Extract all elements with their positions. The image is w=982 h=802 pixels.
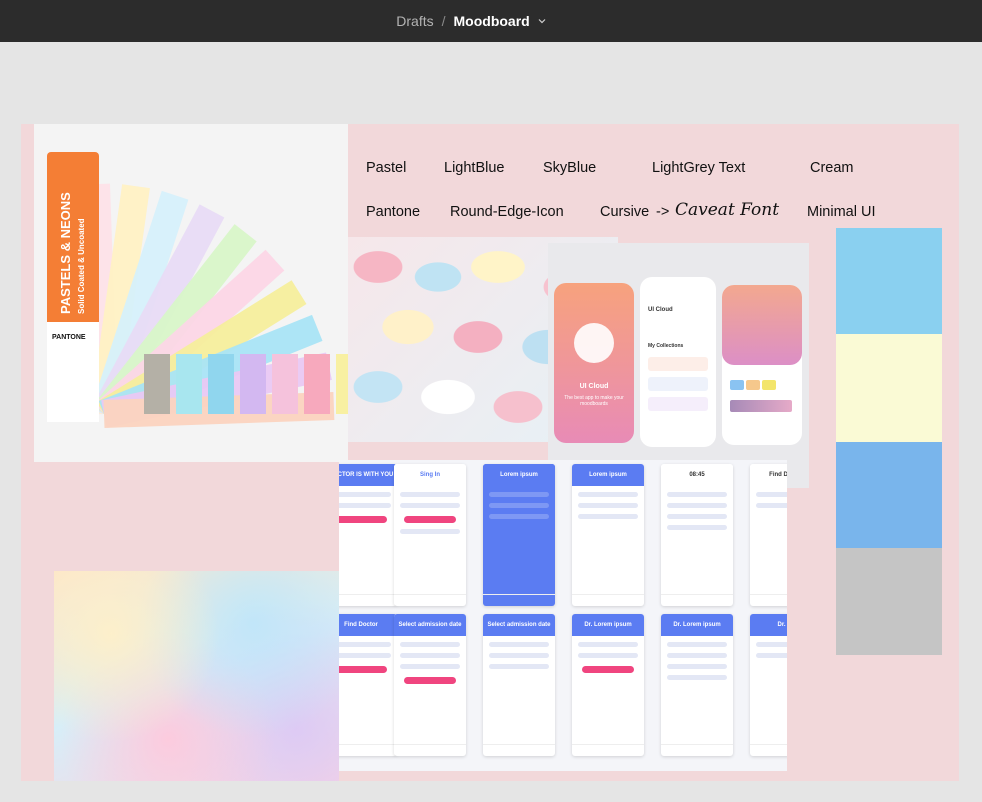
- doctor-screen: Dr. Lo: [750, 614, 787, 756]
- pantone-fan-graphic: PASTELS & NEONS Solid Coated & Uncoated …: [47, 152, 348, 428]
- label-caveat-font[interactable]: Caveat Font: [675, 200, 779, 220]
- ui-cloud-tagline: The best app to make your moodboards: [564, 395, 624, 407]
- label-cream[interactable]: Cream: [810, 160, 854, 176]
- ui-cloud-title: UI Cloud: [648, 307, 673, 313]
- doctor-screen: 08:45: [661, 464, 733, 606]
- label-arrow[interactable]: ->: [656, 204, 669, 220]
- breadcrumb: Drafts / Moodboard: [396, 13, 546, 29]
- swatch-cream[interactable]: [836, 334, 942, 442]
- breadcrumb-drafts-link[interactable]: Drafts: [396, 13, 433, 29]
- doctor-screen: Select admission date: [483, 614, 555, 756]
- label-pastel[interactable]: Pastel: [366, 160, 406, 176]
- ui-cloud-phone-center: UI Cloud My Collections: [640, 277, 716, 447]
- pantone-brand: PANTONE: [52, 334, 86, 341]
- chevron-down-icon[interactable]: [538, 17, 546, 25]
- ui-cloud-splash-title: UI Cloud: [579, 383, 609, 390]
- doctor-screen: Find Doctor: [339, 614, 397, 756]
- swatch-skyblue[interactable]: [836, 442, 942, 548]
- swatch-lightgrey[interactable]: [836, 548, 942, 655]
- doctor-screen: DOCTOR IS WITH YOU: [339, 464, 397, 606]
- doctor-app-screens-image[interactable]: DOCTOR IS WITH YOU Sing In Lorem ipsum L…: [339, 460, 787, 771]
- doctor-screen: Sing In: [394, 464, 466, 606]
- doctor-screen: Dr. Lorem ipsum: [661, 614, 733, 756]
- top-bar: Drafts / Moodboard: [0, 0, 982, 42]
- doctor-screen: Dr. Lorem ipsum: [572, 614, 644, 756]
- label-cursive[interactable]: Cursive: [600, 204, 649, 220]
- swatch-lightblue[interactable]: [836, 228, 942, 334]
- ui-cloud-phone-left: UI Cloud The best app to make your moodb…: [554, 283, 634, 443]
- label-lightblue[interactable]: LightBlue: [444, 160, 504, 176]
- label-skyblue[interactable]: SkyBlue: [543, 160, 596, 176]
- label-minimal-ui[interactable]: Minimal UI: [807, 204, 875, 220]
- ui-cloud-collections: My Collections: [648, 343, 684, 349]
- doctor-screen: Select admission date: [394, 614, 466, 756]
- pantone-subtitle: Solid Coated & Uncoated: [77, 218, 86, 314]
- pantone-title: PASTELS & NEONS: [58, 192, 73, 314]
- label-lightgrey-text[interactable]: LightGrey Text: [652, 160, 745, 176]
- doctor-screen: Find Doctor: [750, 464, 787, 606]
- ui-cloud-phone-right: [722, 285, 802, 445]
- pantone-fan-image[interactable]: PASTELS & NEONS Solid Coated & Uncoated …: [34, 124, 348, 462]
- doctor-screen: Lorem ipsum: [572, 464, 644, 606]
- breadcrumb-separator: /: [441, 13, 446, 29]
- moodboard-frame[interactable]: Pastel LightBlue SkyBlue LightGrey Text …: [21, 124, 959, 781]
- label-round-edge-icon[interactable]: Round-Edge-Icon: [450, 204, 564, 220]
- pastel-sky-image[interactable]: [54, 571, 339, 781]
- label-pantone[interactable]: Pantone: [366, 204, 420, 220]
- doctor-screen: Lorem ipsum: [483, 464, 555, 606]
- ui-cloud-mockup-image[interactable]: UI Cloud The best app to make your moodb…: [548, 243, 809, 488]
- cloud-logo-icon: [574, 323, 614, 363]
- file-name-button[interactable]: Moodboard: [454, 13, 530, 29]
